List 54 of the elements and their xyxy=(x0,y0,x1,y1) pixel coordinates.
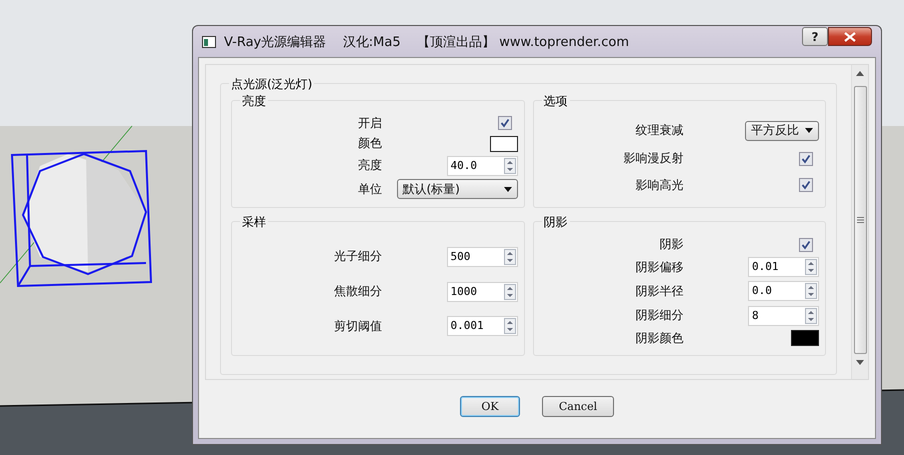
help-button[interactable]: ? xyxy=(802,27,828,46)
spin-field[interactable]: 1000 xyxy=(446,282,518,302)
spin-field[interactable]: 500 xyxy=(446,246,518,267)
dialog-button[interactable]: Cancel xyxy=(542,396,614,416)
dialog-button[interactable]: OK xyxy=(460,396,520,416)
scroll-thumb[interactable] xyxy=(854,86,866,354)
window-title: V-Ray光源编辑器 汉化:Ma5 【顶渲出品】 www.toprender.com xyxy=(224,34,630,50)
checkbox[interactable] xyxy=(498,116,512,130)
caret-icon xyxy=(504,186,512,192)
checkbox[interactable] xyxy=(799,152,813,166)
scroll-down-icon[interactable] xyxy=(856,360,864,365)
grip-icon xyxy=(856,217,864,223)
field-label: 单位 xyxy=(358,180,382,198)
scrollbar[interactable] xyxy=(851,65,868,379)
spin-field[interactable]: 40.0 xyxy=(446,156,518,176)
scroll-up-icon[interactable] xyxy=(856,71,864,76)
spin-arrows-icon[interactable] xyxy=(504,318,516,334)
field-label: 开启 xyxy=(358,114,382,132)
checkbox[interactable] xyxy=(799,178,813,192)
spin-field[interactable]: 0.01 xyxy=(748,257,819,278)
section-title: 选项 xyxy=(542,93,570,110)
field-label: 亮度 xyxy=(358,157,382,174)
field-label: 纹理衰减 xyxy=(635,122,684,139)
spin-field[interactable]: 0.001 xyxy=(446,316,518,336)
close-button[interactable] xyxy=(828,27,872,46)
field-label: 阴影细分 xyxy=(635,307,684,324)
field-label: 阴影颜色 xyxy=(635,330,684,347)
dropdown[interactable]: 默认(标量) xyxy=(396,179,518,200)
spin-arrows-icon[interactable] xyxy=(805,308,817,324)
color-swatch[interactable] xyxy=(791,330,819,346)
field-label: 阴影 xyxy=(659,236,684,254)
field-label: 影响漫反射 xyxy=(623,150,684,167)
spin-arrows-icon[interactable] xyxy=(504,248,516,265)
section-title: 阴影 xyxy=(542,214,570,231)
spin-arrows-icon[interactable] xyxy=(805,283,817,300)
dropdown[interactable]: 平方反比 xyxy=(745,120,819,140)
spin-field[interactable]: 0.0 xyxy=(748,281,819,302)
spin-arrows-icon[interactable] xyxy=(504,284,516,300)
color-swatch[interactable] xyxy=(490,136,518,152)
group-title: 点光源(泛光灯) xyxy=(229,76,314,93)
spin-arrows-icon[interactable] xyxy=(504,158,516,174)
field-label: 焦散细分 xyxy=(334,283,382,300)
spin-field[interactable]: 8 xyxy=(748,306,819,326)
field-label: 颜色 xyxy=(358,135,382,152)
field-label: 影响高光 xyxy=(635,176,684,194)
checkbox[interactable] xyxy=(799,238,813,252)
field-label: 阴影偏移 xyxy=(635,258,684,276)
close-icon xyxy=(844,32,856,42)
field-label: 剪切阈值 xyxy=(334,318,382,335)
field-label: 光子细分 xyxy=(334,248,382,266)
spin-arrows-icon[interactable] xyxy=(805,259,817,276)
caret-icon xyxy=(805,128,813,133)
window-icon xyxy=(202,36,216,48)
field-label: 阴影半径 xyxy=(635,282,684,300)
